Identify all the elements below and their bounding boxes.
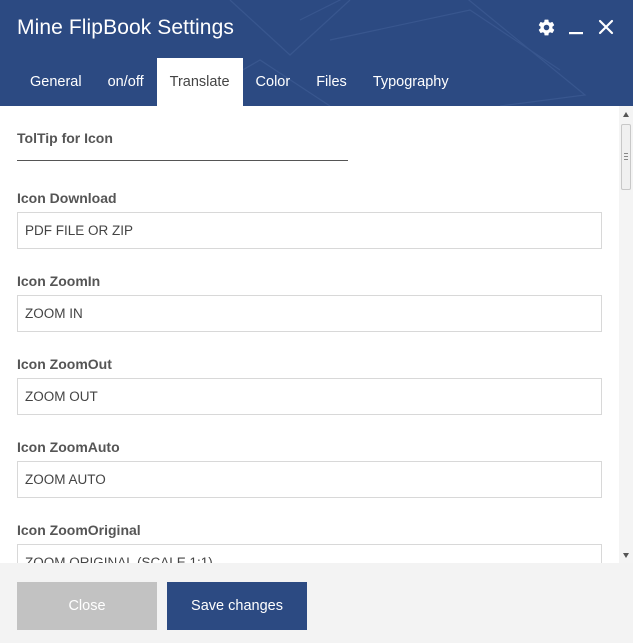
field-label-icon-zoomoriginal: Icon ZoomOriginal xyxy=(17,522,141,538)
tab-general[interactable]: General xyxy=(17,58,95,106)
field-label-icon-download: Icon Download xyxy=(17,190,117,206)
close-icon[interactable] xyxy=(595,16,617,38)
save-changes-button[interactable]: Save changes xyxy=(167,582,307,630)
minimize-icon[interactable] xyxy=(565,16,587,38)
scrollbar-thumb[interactable] xyxy=(621,124,631,190)
dialog-title: Mine FlipBook Settings xyxy=(17,16,234,39)
section-title: TolTip for Icon xyxy=(17,130,113,146)
icon-zoomauto-input[interactable] xyxy=(17,461,602,498)
dialog-footer: Close Save changes xyxy=(0,563,633,643)
close-button[interactable]: Close xyxy=(17,582,157,630)
scrollbar-grip-line xyxy=(624,153,628,154)
gear-icon[interactable] xyxy=(535,16,557,38)
scroll-down-arrow-icon[interactable] xyxy=(619,549,633,561)
field-label-icon-zoomin: Icon ZoomIn xyxy=(17,273,101,289)
vertical-scrollbar[interactable] xyxy=(619,106,633,563)
dialog-header: Mine FlipBook Settings General on/off Tr… xyxy=(0,0,633,106)
scroll-up-arrow-icon[interactable] xyxy=(619,108,633,120)
icon-download-input[interactable] xyxy=(17,212,602,249)
tab-on-off[interactable]: on/off xyxy=(95,58,157,106)
field-label-icon-zoomauto: Icon ZoomAuto xyxy=(17,439,120,455)
icon-zoomoriginal-input[interactable] xyxy=(17,544,602,563)
scrollbar-grip-line xyxy=(624,156,628,157)
scrollbar-grip-line xyxy=(624,159,628,160)
tab-typography[interactable]: Typography xyxy=(360,58,462,106)
icon-zoomout-input[interactable] xyxy=(17,378,602,415)
settings-tabs: General on/off Translate Color Files Typ… xyxy=(17,58,462,106)
icon-zoomin-input[interactable] xyxy=(17,295,602,332)
field-label-icon-zoomout: Icon ZoomOut xyxy=(17,356,112,372)
section-divider xyxy=(17,160,348,161)
tab-translate[interactable]: Translate xyxy=(156,58,243,106)
tab-files[interactable]: Files xyxy=(303,58,360,106)
tab-color[interactable]: Color xyxy=(243,58,304,106)
settings-content: TolTip for Icon Icon Download Icon ZoomI… xyxy=(0,106,633,563)
